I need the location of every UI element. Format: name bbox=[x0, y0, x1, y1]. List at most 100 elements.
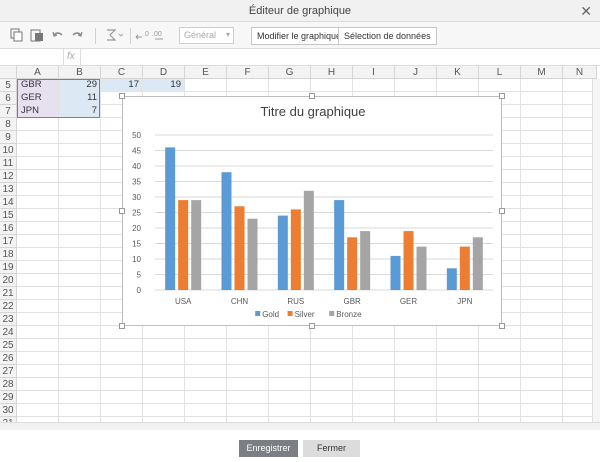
y-tick-label: 0 bbox=[137, 286, 142, 295]
toolbar-separator bbox=[130, 28, 131, 44]
select-all-corner[interactable] bbox=[0, 66, 17, 79]
undo-icon[interactable] bbox=[50, 28, 66, 44]
legend-swatch-bronze bbox=[329, 311, 335, 316]
column-header-j[interactable]: J bbox=[395, 66, 437, 79]
row-header-13[interactable]: 13 bbox=[0, 183, 17, 196]
column-header-a[interactable]: A bbox=[17, 66, 59, 79]
save-button[interactable]: Enregistrer bbox=[239, 440, 298, 457]
column-header-h[interactable]: H bbox=[311, 66, 353, 79]
chart-resize-handle[interactable] bbox=[499, 93, 505, 99]
column-header-d[interactable]: D bbox=[143, 66, 185, 79]
bar-silver-gbr bbox=[347, 237, 358, 290]
chart-resize-handle[interactable] bbox=[119, 323, 125, 329]
x-tick-label: JPN bbox=[457, 297, 472, 306]
column-header-l[interactable]: L bbox=[479, 66, 521, 79]
row-header-16[interactable]: 16 bbox=[0, 222, 17, 235]
column-header-i[interactable]: I bbox=[353, 66, 395, 79]
row-header-17[interactable]: 17 bbox=[0, 235, 17, 248]
paste-icon[interactable] bbox=[29, 28, 45, 44]
vertical-scrollbar[interactable] bbox=[592, 79, 600, 422]
row-header-14[interactable]: 14 bbox=[0, 196, 17, 209]
column-header-n[interactable]: N bbox=[563, 66, 597, 79]
y-tick-label: 40 bbox=[132, 162, 141, 171]
row-header-21[interactable]: 21 bbox=[0, 287, 17, 300]
bar-bronze-ger bbox=[416, 246, 427, 290]
cell-b-row-7[interactable]: 7 bbox=[59, 105, 100, 118]
row-header-18[interactable]: 18 bbox=[0, 248, 17, 261]
row-header-23[interactable]: 23 bbox=[0, 313, 17, 326]
x-tick-label: RUS bbox=[287, 297, 304, 306]
column-header-k[interactable]: K bbox=[437, 66, 479, 79]
row-header-26[interactable]: 26 bbox=[0, 352, 17, 365]
redo-icon[interactable] bbox=[69, 28, 85, 44]
bar-silver-usa bbox=[178, 200, 189, 290]
row-header-15[interactable]: 15 bbox=[0, 209, 17, 222]
copy-icon[interactable] bbox=[9, 28, 25, 44]
select-data-button[interactable]: Sélection de données bbox=[338, 27, 437, 45]
decrease-decimal-icon[interactable]: .0 bbox=[134, 28, 152, 44]
cell-d-row-5[interactable]: 19 bbox=[143, 79, 184, 92]
row-header-20[interactable]: 20 bbox=[0, 274, 17, 287]
column-header-m[interactable]: M bbox=[521, 66, 563, 79]
bar-bronze-jpn bbox=[472, 237, 483, 290]
bar-bronze-rus bbox=[303, 190, 314, 290]
column-header-e[interactable]: E bbox=[185, 66, 227, 79]
chart-editor-window: Éditeur de graphique ✕ .0 .00 Général ▾ bbox=[0, 0, 600, 462]
formula-input[interactable] bbox=[80, 49, 600, 65]
chart-resize-handle[interactable] bbox=[499, 208, 505, 214]
row-header-30[interactable]: 30 bbox=[0, 404, 17, 417]
spreadsheet-grid[interactable]: A B C D E F G H I J K L M N 5 6 7 8 9 10 11 12 13 14 15 16 17 18 19 2… bbox=[0, 66, 600, 422]
cell-b-row-5[interactable]: 29 bbox=[59, 79, 100, 92]
cell-a-row-6[interactable]: GER bbox=[17, 92, 58, 105]
chart-resize-handle[interactable] bbox=[499, 323, 505, 329]
row-header-22[interactable]: 22 bbox=[0, 300, 17, 313]
column-header-f[interactable]: F bbox=[227, 66, 269, 79]
chart[interactable]: Titre du graphique 0 5 10 15 20 25 30 35 40 45 50 US… bbox=[122, 96, 502, 326]
close-button[interactable]: Fermer bbox=[303, 440, 360, 457]
cell-b-row-6[interactable]: 11 bbox=[59, 92, 100, 105]
y-tick-label: 20 bbox=[132, 224, 141, 233]
chart-resize-handle[interactable] bbox=[119, 208, 125, 214]
column-header-b[interactable]: B bbox=[59, 66, 101, 79]
bar-silver-rus bbox=[290, 209, 301, 290]
number-format-value: Général bbox=[184, 30, 217, 40]
row-header-6[interactable]: 6 bbox=[0, 92, 17, 105]
svg-text:.00: .00 bbox=[152, 31, 162, 38]
sum-icon[interactable] bbox=[104, 28, 126, 44]
bar-gold-gbr bbox=[334, 200, 345, 290]
column-header-g[interactable]: G bbox=[269, 66, 311, 79]
cell-a-row-5[interactable]: GBR bbox=[17, 79, 58, 92]
row-header-7[interactable]: 7 bbox=[0, 105, 17, 118]
row-header-27[interactable]: 27 bbox=[0, 365, 17, 378]
x-tick-label: GER bbox=[400, 297, 418, 306]
cell-a-row-7[interactable]: JPN bbox=[17, 105, 58, 118]
bar-gold-jpn bbox=[446, 268, 457, 290]
row-header-12[interactable]: 12 bbox=[0, 170, 17, 183]
legend-swatch-silver bbox=[287, 311, 293, 316]
row-header-24[interactable]: 24 bbox=[0, 326, 17, 339]
increase-decimal-icon[interactable]: .00 bbox=[151, 28, 169, 44]
row-header-9[interactable]: 9 bbox=[0, 131, 17, 144]
name-box[interactable] bbox=[0, 49, 64, 65]
number-format-select[interactable]: Général ▾ bbox=[179, 27, 234, 44]
grid-row-line bbox=[17, 416, 600, 417]
row-header-8[interactable]: 8 bbox=[0, 118, 17, 131]
row-header-5[interactable]: 5 bbox=[0, 79, 17, 92]
chart-resize-handle[interactable] bbox=[119, 93, 125, 99]
chart-resize-handle[interactable] bbox=[309, 93, 315, 99]
horizontal-scrollbar[interactable] bbox=[0, 422, 600, 430]
row-header-28[interactable]: 28 bbox=[0, 378, 17, 391]
cell-c-row-5[interactable]: 17 bbox=[101, 79, 142, 92]
close-icon[interactable]: ✕ bbox=[580, 3, 592, 20]
row-header-10[interactable]: 10 bbox=[0, 144, 17, 157]
row-header-11[interactable]: 11 bbox=[0, 157, 17, 170]
column-header-c[interactable]: C bbox=[101, 66, 143, 79]
row-header-19[interactable]: 19 bbox=[0, 261, 17, 274]
modify-chart-button[interactable]: Modifier le graphique bbox=[251, 27, 348, 45]
row-header-25[interactable]: 25 bbox=[0, 339, 17, 352]
row-header-29[interactable]: 29 bbox=[0, 391, 17, 404]
chart-resize-handle[interactable] bbox=[309, 323, 315, 329]
bar-gold-rus bbox=[277, 215, 288, 290]
bar-bronze-gbr bbox=[360, 231, 371, 290]
title-bar: Éditeur de graphique ✕ bbox=[0, 0, 600, 22]
